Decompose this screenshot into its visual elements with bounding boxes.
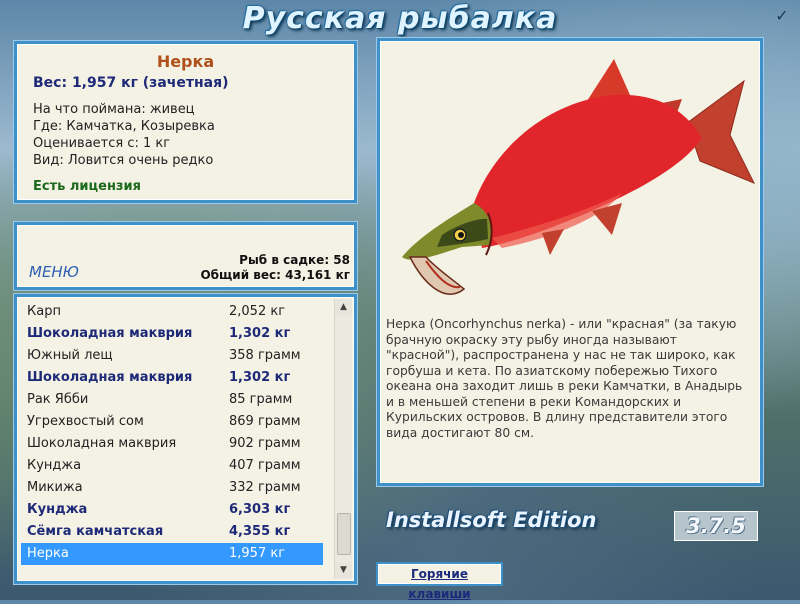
list-item[interactable]: Кунджа 6,303 кг <box>21 499 323 521</box>
fish-weight: Вес: 1,957 кг (зачетная) <box>33 75 229 91</box>
bait-info: На что поймана: живец <box>33 102 195 117</box>
catch-weight: 85 грамм <box>229 392 293 407</box>
hotkeys-button[interactable]: Горячие клавиши <box>376 562 503 601</box>
catch-weight: 1,957 кг <box>229 546 286 561</box>
catch-name: Кунджа <box>27 458 82 473</box>
catch-weight: 6,303 кг <box>229 502 291 517</box>
catch-name: Шоколадная макврия <box>27 370 193 385</box>
catch-weight: 1,302 кг <box>229 326 291 341</box>
close-icon[interactable]: ✓ <box>774 8 790 24</box>
catch-weight: 4,355 кг <box>229 524 291 539</box>
catch-name: Шоколадная макврия <box>27 436 177 451</box>
location-info: Где: Камчатка, Козыревка <box>33 119 215 134</box>
catch-name: Угрехвостый сом <box>27 414 144 429</box>
scroll-down-icon[interactable]: ▼ <box>335 562 352 579</box>
catch-list: Карп 2,052 кг Шоколадная макврия 1,302 кг Юж… <box>21 301 323 565</box>
list-item[interactable]: Карп 2,052 кг <box>21 301 323 323</box>
fish-info-panel: Нерка Вес: 1,957 кг (зачетная) На что по… <box>14 41 357 203</box>
catch-list-panel: Карп 2,052 кг Шоколадная макврия 1,302 кг Юж… <box>14 294 357 584</box>
catch-name: Южный лещ <box>27 348 113 363</box>
version-label: 3.7.5 <box>674 511 758 541</box>
menu-panel: МЕНЮ Рыб в садке: 58 Общий вес: 43,161 к… <box>14 222 357 290</box>
edition-label: Installsoft Edition <box>386 508 597 532</box>
fish-illustration <box>402 59 756 295</box>
catch-name: Карп <box>27 304 61 319</box>
min-weight-info: Оценивается с: 1 кг <box>33 136 171 151</box>
catch-weight: 407 грамм <box>229 458 301 473</box>
license-status: Есть лицензия <box>33 179 141 194</box>
list-item[interactable]: Шоколадная макврия 1,302 кг <box>21 323 323 345</box>
list-item[interactable]: Шоколадная макврия 1,302 кг <box>21 367 323 389</box>
list-scrollbar[interactable]: ▲ ▼ <box>334 299 352 579</box>
cage-count: Рыб в садке: 58 <box>239 253 350 267</box>
list-item[interactable]: Нерка 1,957 кг <box>21 543 323 565</box>
catch-name: Сёмга камчатская <box>27 524 164 539</box>
list-item[interactable]: Кунджа 407 грамм <box>21 455 323 477</box>
catch-weight: 869 грамм <box>229 414 301 429</box>
list-item[interactable]: Шоколадная макврия 902 грамм <box>21 433 323 455</box>
list-item[interactable]: Рак Ябби 85 грамм <box>21 389 323 411</box>
menu-link[interactable]: МЕНЮ <box>29 263 79 281</box>
catch-name: Кунджа <box>27 502 88 517</box>
catch-weight: 332 грамм <box>229 480 301 495</box>
scroll-thumb[interactable] <box>337 513 351 555</box>
catch-name: Микижа <box>27 480 83 495</box>
total-weight: Общий вес: 43,161 кг <box>200 268 350 282</box>
catch-weight: 902 грамм <box>229 436 301 451</box>
catch-weight: 358 грамм <box>229 348 301 363</box>
list-item[interactable]: Угрехвостый сом 869 грамм <box>21 411 323 433</box>
list-item[interactable]: Микижа 332 грамм <box>21 477 323 499</box>
catch-weight: 2,052 кг <box>229 304 286 319</box>
catch-weight: 1,302 кг <box>229 370 291 385</box>
fish-description: Нерка (Oncorhynchus nerka) - или "красна… <box>386 317 743 440</box>
catch-name: Нерка <box>27 546 69 561</box>
scroll-up-icon[interactable]: ▲ <box>335 299 352 316</box>
fish-image-panel: Нерка (Oncorhynchus nerka) - или "красна… <box>377 38 763 486</box>
fish-name: Нерка <box>156 52 215 71</box>
rarity-info: Вид: Ловится очень редко <box>33 153 214 168</box>
catch-name: Рак Ябби <box>27 392 89 407</box>
catch-name: Шоколадная макврия <box>27 326 193 341</box>
list-item[interactable]: Сёмга камчатская 4,355 кг <box>21 521 323 543</box>
app-title: Русская рыбалка <box>242 1 558 36</box>
list-item[interactable]: Южный лещ 358 грамм <box>21 345 323 367</box>
